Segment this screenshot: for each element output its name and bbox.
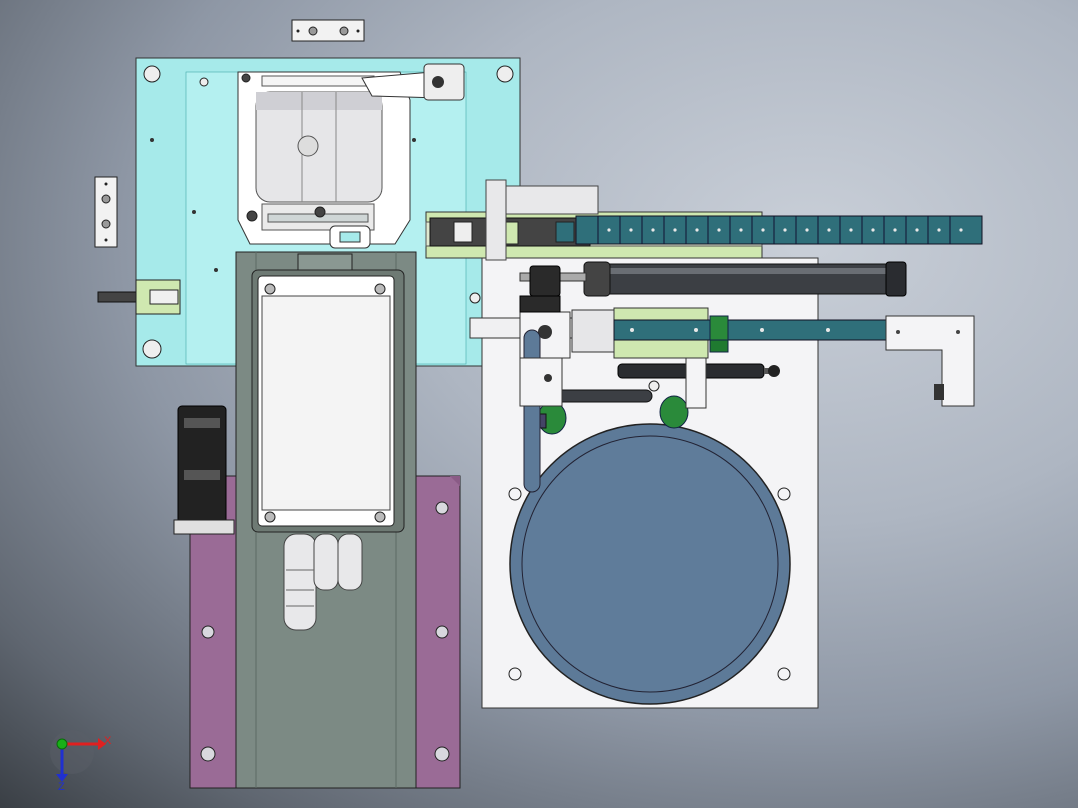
electrical-box-lid	[261, 295, 391, 511]
belt-strip	[261, 75, 375, 87]
pipe-clamp-bolt	[544, 374, 552, 382]
bracket-hole	[104, 182, 108, 186]
purple-hole	[435, 501, 449, 515]
cyan-small-hole	[412, 138, 416, 142]
bracket-hole	[956, 330, 960, 334]
air-cylinder-highlight	[600, 268, 890, 274]
left-screw	[97, 291, 139, 303]
cyan-small-hole	[214, 268, 218, 272]
tank-plate-hole	[777, 487, 791, 501]
purple-hole	[200, 746, 216, 762]
pipe-clamp	[519, 357, 563, 407]
cyan-corner-hole	[143, 65, 161, 83]
bracket-hole	[104, 238, 108, 242]
pulley-bolt	[314, 206, 326, 218]
axis-triad: X Z	[50, 730, 112, 793]
bracket-hole	[896, 330, 900, 334]
lower-cylinder-knob	[768, 365, 780, 377]
triad-origin-shadow	[50, 730, 94, 774]
tank-plate-hole	[508, 487, 522, 501]
pulley-clamp-inner	[339, 231, 361, 243]
cylinder-clevis	[529, 265, 561, 297]
shaft-bolt	[648, 380, 660, 392]
cyan-corner-hole	[496, 65, 514, 83]
cyan-hole	[469, 292, 481, 304]
top-bracket	[291, 19, 365, 42]
cable-gland	[313, 533, 339, 591]
cyan-small-hole	[192, 210, 196, 214]
purple-hole	[434, 746, 450, 762]
shaft-collar	[685, 357, 707, 409]
pulley-bolt	[241, 73, 251, 83]
cyan-small-hole	[150, 138, 154, 142]
purple-hole	[201, 625, 215, 639]
tank-plate-hole	[508, 667, 522, 681]
bracket-hole	[308, 26, 318, 36]
bracket-bolt	[934, 384, 944, 400]
black-roller-base	[173, 519, 235, 535]
round-tank-inner	[521, 435, 779, 693]
bracket-hole	[101, 194, 111, 204]
pulley-bolt	[246, 210, 258, 222]
black-roller-highlight	[184, 470, 220, 480]
conveyor-support	[505, 185, 599, 215]
chain-link	[555, 221, 575, 243]
cable-gland	[337, 533, 363, 591]
bracket-hole	[356, 29, 360, 33]
y-axis-dot	[56, 738, 68, 750]
left-bracket	[94, 176, 118, 248]
teal-chain	[575, 215, 983, 245]
left-sensor-tab	[149, 289, 179, 305]
cylinder-end-cap	[885, 261, 907, 297]
tank-plate-hole	[777, 667, 791, 681]
slide-sensor	[519, 295, 561, 313]
x-axis-label: X	[104, 735, 112, 747]
purple-hole	[435, 625, 449, 639]
cable-gland	[283, 533, 317, 631]
chain-link	[453, 221, 473, 243]
roller-shaft	[297, 135, 319, 157]
bracket-hole	[101, 219, 111, 229]
cylinder-head	[583, 261, 611, 297]
box-screw	[264, 283, 276, 295]
box-screw	[374, 283, 386, 295]
green-valve	[709, 339, 729, 353]
cyan-hole	[199, 77, 209, 87]
vertical-pipe	[523, 329, 541, 493]
teal-arm	[613, 319, 891, 341]
horizontal-shaft	[547, 389, 653, 403]
slide-carriage	[571, 309, 617, 353]
cad-model-scene: X Z	[50, 19, 983, 793]
bracket-hole	[339, 26, 349, 36]
cyan-corner-hole	[142, 339, 162, 359]
bracket-hole	[296, 29, 300, 33]
z-axis-label: Z	[58, 781, 65, 793]
box-screw	[374, 511, 386, 523]
belt-roller-shade	[256, 92, 382, 110]
green-fitting	[659, 395, 689, 429]
link-arm-pin	[432, 76, 444, 88]
cad-viewport[interactable]: X Z	[0, 0, 1078, 808]
box-screw	[264, 511, 276, 523]
conveyor-support-post	[485, 179, 507, 261]
right-l-bracket	[885, 315, 975, 407]
black-roller-highlight	[184, 418, 220, 428]
